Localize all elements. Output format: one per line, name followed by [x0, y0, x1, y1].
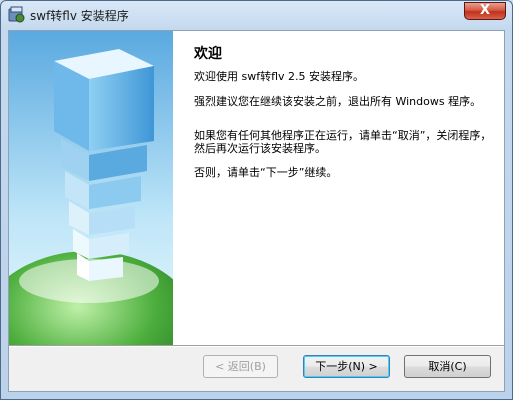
cancel-instruction: 如果您有任何其他程序正在运行，请单击“取消”，关闭程序，然后再次运行该安装程序。: [194, 129, 492, 155]
button-divider: [9, 345, 504, 347]
title-bar[interactable]: swf转flv 安装程序 X: [1, 1, 512, 29]
next-button[interactable]: 下一步(N) >: [303, 355, 390, 378]
wizard-client-area: 欢迎 欢迎使用 swf转flv 2.5 安装程序。 强烈建议您在继续该安装之前，…: [8, 30, 505, 392]
installer-window: swf转flv 安装程序 X 欢迎 欢迎使用 swf转flv 2.5 安装程序。…: [0, 0, 513, 400]
window-title: swf转flv 安装程序: [30, 9, 129, 23]
welcome-heading: 欢迎: [194, 46, 222, 62]
cancel-button[interactable]: 取消(C): [404, 355, 491, 378]
close-button[interactable]: X: [464, 2, 506, 20]
close-programs-advice: 强烈建议您在继续该安装之前，退出所有 Windows 程序。: [194, 95, 482, 108]
continue-instruction: 否则，请单击“下一步”继续。: [194, 166, 338, 179]
welcome-text: 欢迎使用 swf转flv 2.5 安装程序。: [194, 70, 365, 83]
setup-banner-image: [9, 31, 173, 345]
welcome-panel: 欢迎 欢迎使用 swf转flv 2.5 安装程序。 强烈建议您在继续该安装之前，…: [173, 31, 504, 345]
close-icon: X: [479, 3, 491, 18]
installer-app-icon: [8, 6, 25, 23]
back-button[interactable]: < 返回(B): [203, 355, 278, 378]
